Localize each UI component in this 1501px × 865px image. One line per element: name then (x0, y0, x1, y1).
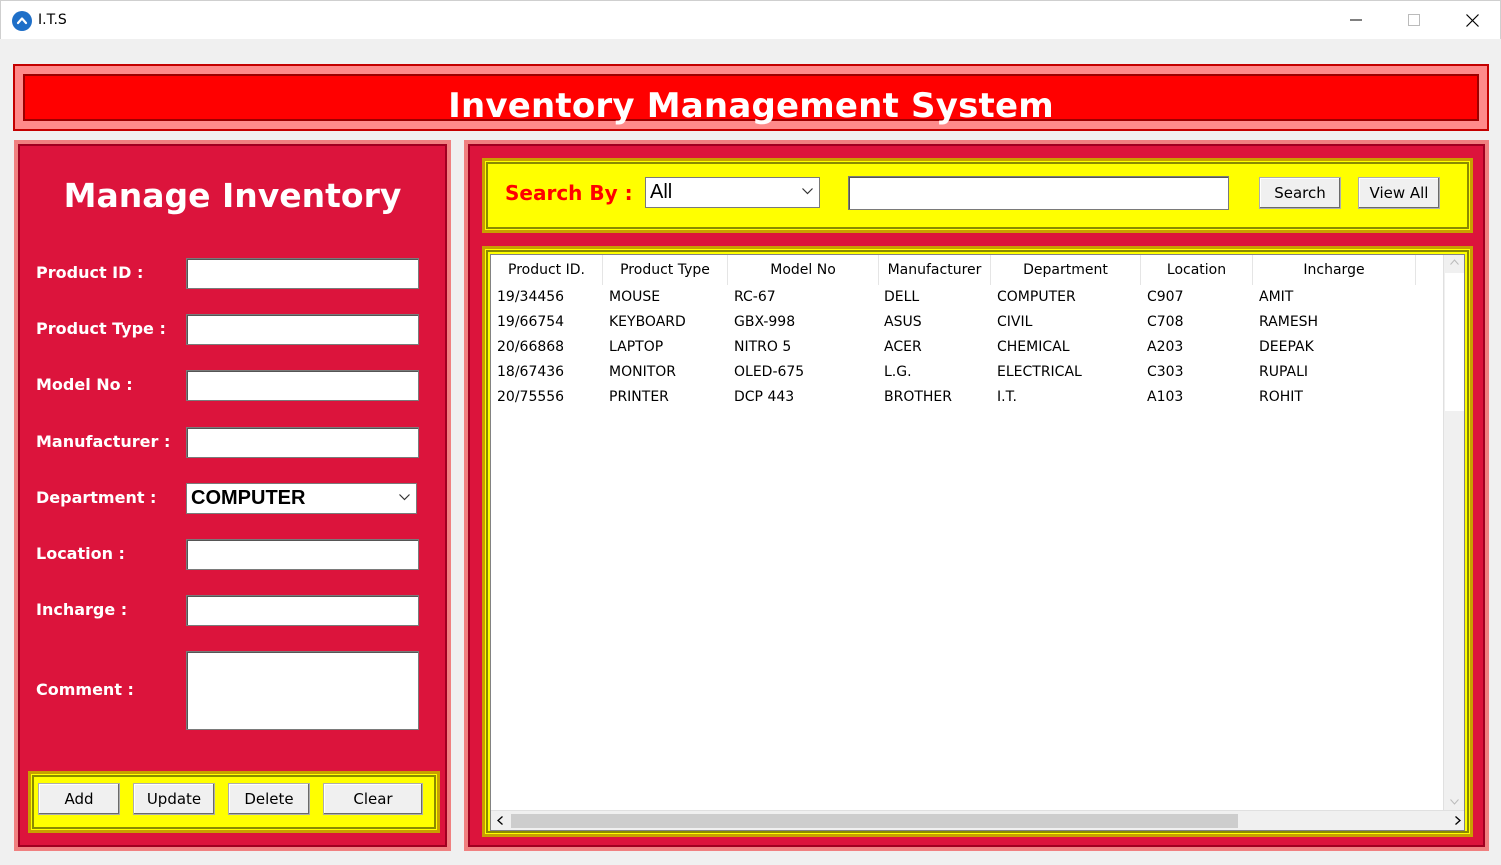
comment-label: Comment : (36, 680, 134, 699)
search-by-select[interactable]: All (645, 177, 820, 208)
cell-manufacturer: ACER (884, 339, 922, 355)
add-button[interactable]: Add (38, 783, 120, 815)
cell-product-type: KEYBOARD (609, 314, 686, 330)
cell-department: CIVIL (997, 314, 1033, 330)
maximize-button[interactable] (1385, 1, 1443, 40)
cell-product-id: 18/67436 (497, 364, 565, 380)
update-button[interactable]: Update (133, 783, 215, 815)
column-header-manufacturer[interactable]: Manufacturer (879, 255, 991, 285)
cell-manufacturer: DELL (884, 289, 920, 305)
table-frame: Product ID. Product Type Model No Manufa… (482, 246, 1473, 837)
chevron-down-icon (802, 188, 813, 195)
vertical-scrollbar[interactable] (1443, 255, 1464, 812)
manage-inventory-title: Manage Inventory (63, 176, 402, 215)
column-header-product-type[interactable]: Product Type (603, 255, 728, 285)
cell-product-id: 19/34456 (497, 289, 565, 305)
scroll-down-icon[interactable] (1450, 799, 1459, 805)
cell-incharge: ROHIT (1259, 389, 1303, 405)
scroll-up-icon[interactable] (1450, 259, 1459, 265)
department-label: Department : (36, 488, 157, 507)
cell-product-type: MOUSE (609, 289, 661, 305)
close-icon (1466, 14, 1479, 27)
column-header-product-id[interactable]: Product ID. (491, 255, 603, 285)
cell-product-type: MONITOR (609, 364, 676, 380)
inventory-list-panel: Search By : All Search View All Product … (464, 140, 1489, 851)
model-no-input[interactable] (186, 370, 419, 401)
model-no-label: Model No : (36, 375, 133, 394)
cell-location: C907 (1147, 289, 1184, 305)
location-label: Location : (36, 544, 125, 563)
window-title: I.T.S (38, 12, 67, 28)
minimize-button[interactable] (1327, 1, 1385, 40)
department-select[interactable]: COMPUTER (186, 483, 417, 514)
action-button-bar: Add Update Delete Clear (28, 771, 440, 833)
manufacturer-input[interactable] (186, 427, 419, 458)
cell-model-no: NITRO 5 (734, 339, 792, 355)
location-input[interactable] (186, 539, 419, 570)
app-logo-icon (12, 11, 32, 31)
cell-location: A103 (1147, 389, 1184, 405)
search-by-value: All (650, 181, 673, 203)
column-header-location[interactable]: Location (1141, 255, 1253, 285)
maximize-icon (1408, 14, 1420, 26)
cell-incharge: AMIT (1259, 289, 1294, 305)
cell-department: ELECTRICAL (997, 364, 1082, 380)
product-type-input[interactable] (186, 314, 419, 345)
column-header-model-no[interactable]: Model No (728, 255, 879, 285)
cell-manufacturer: ASUS (884, 314, 922, 330)
cell-manufacturer: BROTHER (884, 389, 953, 405)
minimize-icon (1350, 19, 1362, 21)
cell-product-id: 20/75556 (497, 389, 565, 405)
cell-incharge: RAMESH (1259, 314, 1319, 330)
column-header-incharge[interactable]: Incharge (1253, 255, 1416, 285)
scroll-left-icon[interactable] (497, 816, 503, 825)
cell-department: I.T. (997, 389, 1017, 405)
search-by-label: Search By : (505, 181, 633, 205)
cell-incharge: RUPALI (1259, 364, 1309, 380)
view-all-button[interactable]: View All (1358, 177, 1440, 209)
cell-product-type: PRINTER (609, 389, 669, 405)
cell-product-id: 19/66754 (497, 314, 565, 330)
column-header-department[interactable]: Department (991, 255, 1141, 285)
search-button[interactable]: Search (1259, 177, 1341, 209)
close-button[interactable] (1443, 1, 1501, 40)
delete-button[interactable]: Delete (228, 783, 310, 815)
cell-model-no: DCP 443 (734, 389, 795, 405)
vertical-scrollbar-thumb[interactable] (1445, 273, 1464, 411)
cell-department: COMPUTER (997, 289, 1076, 305)
cell-manufacturer: L.G. (884, 364, 912, 380)
inventory-table[interactable]: Product ID. Product Type Model No Manufa… (490, 254, 1465, 831)
manufacturer-label: Manufacturer : (36, 432, 171, 451)
product-id-label: Product ID : (36, 263, 144, 282)
clear-button[interactable]: Clear (323, 783, 423, 815)
scroll-right-icon[interactable] (1455, 816, 1461, 825)
chevron-down-icon (399, 494, 410, 501)
header-inner: Inventory Management System (23, 74, 1479, 126)
search-bar: Search By : All Search View All (482, 158, 1473, 233)
cell-model-no: OLED-675 (734, 364, 805, 380)
cell-location: C303 (1147, 364, 1184, 380)
cell-model-no: GBX-998 (734, 314, 796, 330)
incharge-label: Incharge : (36, 600, 128, 619)
page-title: Inventory Management System (448, 86, 1054, 126)
cell-model-no: RC-67 (734, 289, 776, 305)
department-select-value: COMPUTER (191, 487, 306, 509)
cell-location: A203 (1147, 339, 1184, 355)
incharge-input[interactable] (186, 595, 419, 626)
horizontal-scrollbar[interactable] (491, 810, 1464, 830)
cell-product-type: LAPTOP (609, 339, 664, 355)
title-bar: I.T.S (0, 0, 1501, 39)
horizontal-scrollbar-thumb[interactable] (511, 814, 1238, 828)
product-type-label: Product Type : (36, 319, 166, 338)
search-input[interactable] (848, 176, 1229, 210)
cell-product-id: 20/66868 (497, 339, 565, 355)
cell-department: CHEMICAL (997, 339, 1070, 355)
manage-inventory-panel: Manage Inventory Product ID : Product Ty… (14, 140, 451, 851)
cell-incharge: DEEPAK (1259, 339, 1314, 355)
comment-textarea[interactable] (186, 651, 419, 730)
product-id-input[interactable] (186, 258, 419, 289)
cell-location: C708 (1147, 314, 1184, 330)
header-banner: Inventory Management System (13, 64, 1489, 131)
